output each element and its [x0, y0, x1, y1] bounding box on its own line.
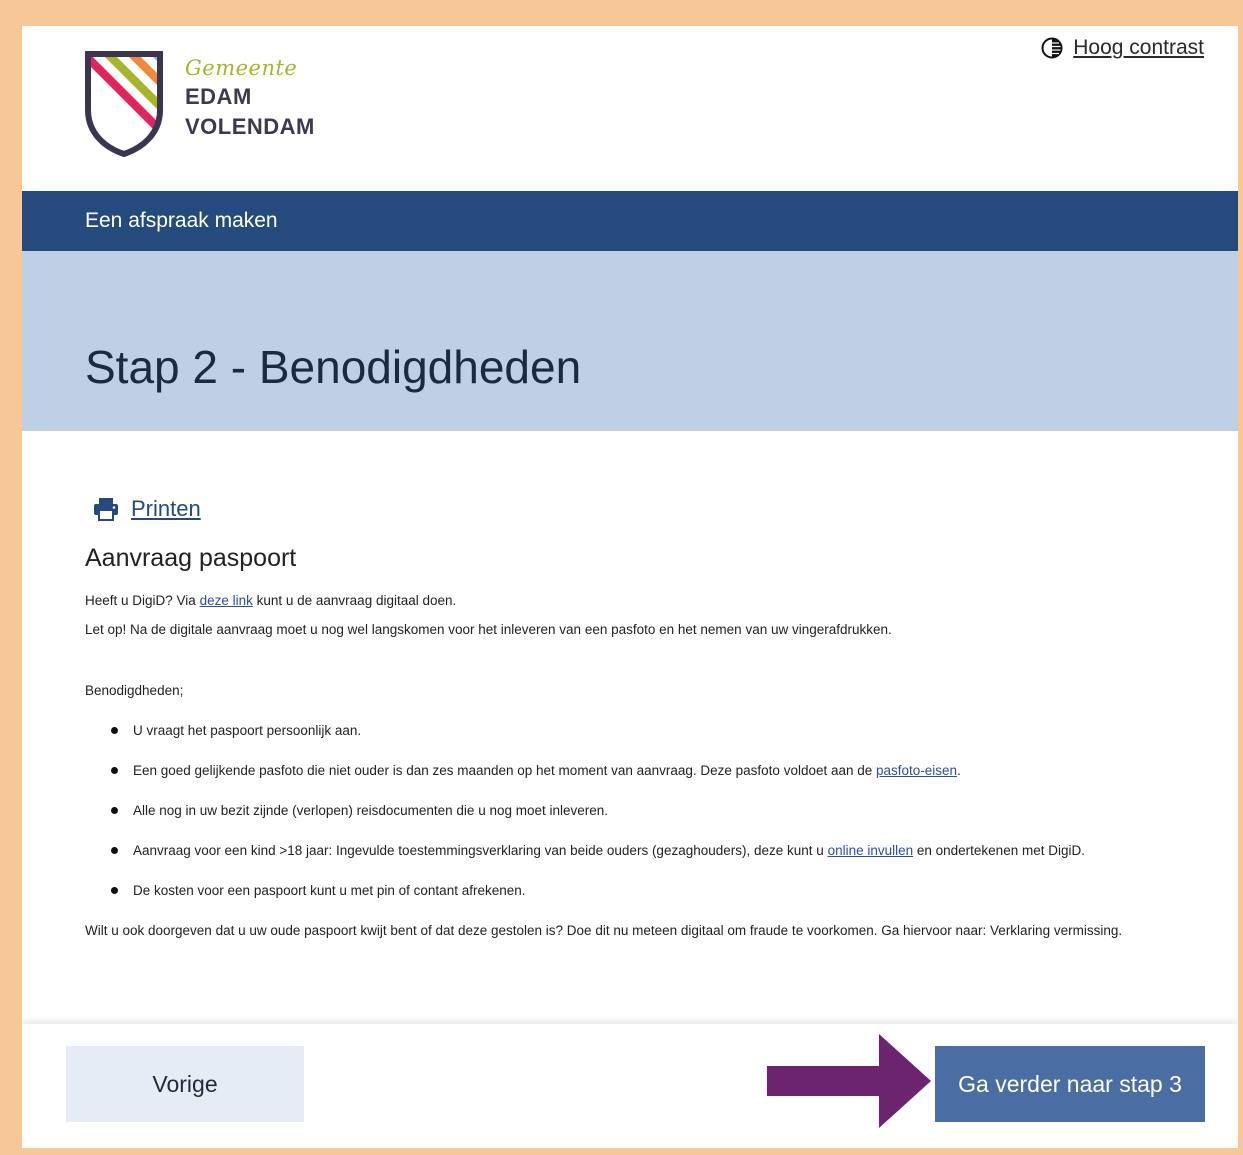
pasfoto-eisen-link[interactable]: pasfoto-eisen	[876, 763, 957, 778]
printer-icon[interactable]	[93, 497, 119, 521]
section-title: Aanvraag paspoort	[85, 544, 297, 572]
logo-edam: EDAM	[185, 84, 252, 109]
nav-title: Een afspraak maken	[85, 209, 278, 232]
bullet-text: Alle nog in uw bezit zijnde (verlopen) r…	[133, 803, 609, 818]
main-content: Printen Aanvraag paspoort Heeft u DigiD?…	[85, 496, 1205, 955]
logo-gemeente: Gemeente	[185, 56, 298, 80]
notice-text: Let op! Na de digitale aanvraag moet u n…	[85, 622, 892, 637]
intro-text: Heeft u DigiD? Via deze link kunt u de a…	[85, 591, 1205, 611]
nav-band: Een afspraak maken	[22, 191, 1238, 251]
next-step-button[interactable]: Ga verder naar stap 3	[935, 1046, 1205, 1122]
high-contrast-toggle[interactable]: Hoog contrast	[1041, 36, 1204, 60]
contrast-link[interactable]: Hoog contrast	[1073, 36, 1204, 60]
contrast-icon[interactable]	[1041, 37, 1063, 59]
arrow-right-icon	[767, 1034, 931, 1128]
bullet-text: Een goed gelijkende pasfoto die niet oud…	[133, 763, 877, 778]
logo-volendam: VOLENDAM	[185, 114, 315, 139]
bullet-text: U vraagt het paspoort persoonlijk aan.	[133, 723, 362, 738]
list-item: Een goed gelijkende pasfoto die niet oud…	[85, 761, 1205, 781]
digid-link[interactable]: deze link	[200, 593, 253, 608]
list-item: De kosten voor een paspoort kunt u met p…	[85, 881, 1205, 901]
list-item: Alle nog in uw bezit zijnde (verlopen) r…	[85, 801, 1205, 821]
list-item: U vraagt het paspoort persoonlijk aan.	[85, 721, 1205, 741]
page-frame: Gemeente EDAM VOLENDAM Hoog contrast Een…	[22, 26, 1238, 1148]
page-title: Stap 2 - Benodigdheden	[85, 341, 582, 393]
shield-logo-icon[interactable]	[84, 50, 164, 158]
note-after: .	[1118, 923, 1123, 938]
bullet-text: Aanvraag voor een kind >18 jaar: Ingevul…	[133, 843, 828, 858]
title-band: Stap 2 - Benodigdheden	[22, 251, 1238, 431]
intro-after: kunt u de aanvraag digitaal doen.	[252, 593, 457, 608]
print-action[interactable]: Printen	[93, 496, 1205, 522]
bullet-text: De kosten voor een paspoort kunt u met p…	[133, 883, 526, 898]
lost-passport-note: Wilt u ook doorgeven dat u uw oude paspo…	[85, 921, 1205, 941]
step-navigation-bar: Vorige Ga verder naar stap 3	[22, 1024, 1238, 1148]
site-header: Gemeente EDAM VOLENDAM Hoog contrast	[22, 26, 1238, 191]
previous-button[interactable]: Vorige	[66, 1046, 304, 1122]
requirements-list: U vraagt het paspoort persoonlijk aan. E…	[85, 721, 1205, 901]
bullet-text-after: .	[957, 763, 961, 778]
note-before: Wilt u ook doorgeven dat u uw oude paspo…	[85, 923, 991, 938]
print-link[interactable]: Printen	[131, 496, 201, 522]
bullet-text-after: en ondertekenen met DigiD.	[913, 843, 1085, 858]
verklaring-vermissing-link[interactable]: Verklaring vermissing	[990, 923, 1118, 938]
logo-text: Gemeente EDAM VOLENDAM	[185, 54, 315, 142]
intro-before: Heeft u DigiD? Via	[85, 593, 200, 608]
list-item: Aanvraag voor een kind >18 jaar: Ingevul…	[85, 841, 1205, 861]
online-invullen-link[interactable]: online invullen	[828, 843, 914, 858]
requirements-label: Benodigdheden;	[85, 683, 184, 698]
